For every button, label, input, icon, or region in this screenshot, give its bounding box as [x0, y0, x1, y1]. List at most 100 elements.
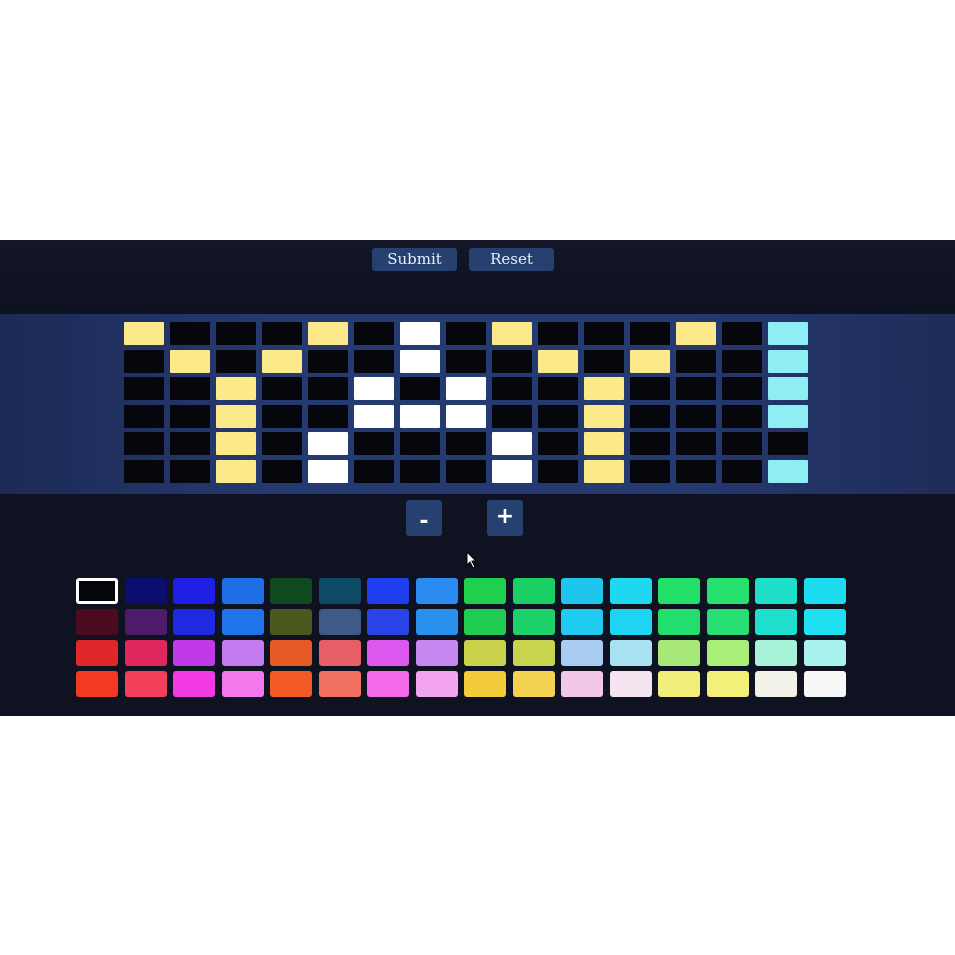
- grid-cell[interactable]: [308, 377, 348, 400]
- grid-cell[interactable]: [354, 459, 394, 483]
- increase-button[interactable]: +: [487, 500, 523, 536]
- color-swatch[interactable]: [561, 578, 603, 604]
- color-swatch[interactable]: [706, 578, 749, 604]
- color-swatch[interactable]: [706, 609, 749, 635]
- color-swatch[interactable]: [755, 671, 797, 697]
- grid-cell[interactable]: [446, 432, 486, 455]
- grid-cell[interactable]: [170, 459, 210, 483]
- grid-cell[interactable]: [124, 377, 164, 400]
- grid-cell[interactable]: [538, 459, 578, 483]
- color-swatch[interactable]: [221, 671, 264, 697]
- grid-cell[interactable]: [262, 432, 302, 455]
- grid-cell[interactable]: [722, 404, 762, 428]
- color-swatch[interactable]: [464, 609, 506, 635]
- color-swatch[interactable]: [270, 671, 312, 697]
- grid-cell[interactable]: [124, 459, 164, 483]
- grid-cell[interactable]: [124, 432, 164, 455]
- grid-cell[interactable]: [538, 432, 578, 455]
- color-swatch[interactable]: [124, 578, 167, 604]
- grid-cell[interactable]: [630, 349, 670, 373]
- color-swatch[interactable]: [464, 640, 506, 666]
- color-swatch[interactable]: [318, 609, 361, 635]
- color-swatch[interactable]: [755, 578, 797, 604]
- color-swatch[interactable]: [318, 671, 361, 697]
- color-swatch[interactable]: [173, 578, 215, 604]
- grid-cell[interactable]: [216, 404, 256, 428]
- grid-cell[interactable]: [676, 404, 716, 428]
- grid-cell[interactable]: [308, 459, 348, 483]
- color-swatch[interactable]: [124, 609, 167, 635]
- color-swatch[interactable]: [124, 671, 167, 697]
- grid-cell[interactable]: [354, 377, 394, 400]
- grid-cell[interactable]: [584, 459, 624, 483]
- grid-cell[interactable]: [446, 349, 486, 373]
- grid-cell[interactable]: [170, 349, 210, 373]
- color-swatch[interactable]: [318, 578, 361, 604]
- grid-cell[interactable]: [262, 377, 302, 400]
- grid-cell[interactable]: [584, 432, 624, 455]
- grid-cell[interactable]: [354, 322, 394, 345]
- grid-cell[interactable]: [676, 349, 716, 373]
- color-swatch[interactable]: [76, 640, 118, 666]
- color-swatch[interactable]: [76, 578, 118, 604]
- grid-cell[interactable]: [170, 322, 210, 345]
- color-swatch[interactable]: [803, 640, 846, 666]
- grid-cell[interactable]: [630, 322, 670, 345]
- color-swatch[interactable]: [512, 578, 555, 604]
- reset-button[interactable]: Reset: [469, 248, 554, 271]
- color-swatch[interactable]: [609, 609, 652, 635]
- grid-cell[interactable]: [630, 377, 670, 400]
- color-swatch[interactable]: [270, 578, 312, 604]
- color-swatch[interactable]: [76, 671, 118, 697]
- grid-cell[interactable]: [584, 322, 624, 345]
- grid-cell[interactable]: [584, 377, 624, 400]
- grid-cell[interactable]: [216, 322, 256, 345]
- grid-cell[interactable]: [124, 404, 164, 428]
- color-swatch[interactable]: [173, 640, 215, 666]
- grid-cell[interactable]: [722, 377, 762, 400]
- color-swatch[interactable]: [270, 640, 312, 666]
- grid-cell[interactable]: [400, 432, 440, 455]
- color-swatch[interactable]: [221, 640, 264, 666]
- submit-button[interactable]: Submit: [372, 248, 457, 271]
- grid-cell[interactable]: [446, 404, 486, 428]
- color-swatch[interactable]: [221, 609, 264, 635]
- color-swatch[interactable]: [367, 609, 409, 635]
- grid-cell[interactable]: [538, 404, 578, 428]
- grid-cell[interactable]: [446, 322, 486, 345]
- grid-cell[interactable]: [722, 349, 762, 373]
- color-swatch[interactable]: [270, 609, 312, 635]
- grid-cell[interactable]: [676, 377, 716, 400]
- color-swatch[interactable]: [367, 640, 409, 666]
- grid-cell[interactable]: [630, 459, 670, 483]
- color-swatch[interactable]: [221, 578, 264, 604]
- grid-cell[interactable]: [262, 459, 302, 483]
- grid-cell[interactable]: [308, 432, 348, 455]
- grid-cell[interactable]: [492, 404, 532, 428]
- grid-cell[interactable]: [492, 459, 532, 483]
- grid-cell[interactable]: [768, 322, 808, 345]
- grid-cell[interactable]: [216, 349, 256, 373]
- grid-cell[interactable]: [124, 322, 164, 345]
- grid-cell[interactable]: [538, 322, 578, 345]
- color-swatch[interactable]: [464, 578, 506, 604]
- grid-cell[interactable]: [722, 432, 762, 455]
- color-swatch[interactable]: [173, 609, 215, 635]
- color-swatch[interactable]: [803, 578, 846, 604]
- decrease-button[interactable]: -: [406, 500, 442, 536]
- grid-cell[interactable]: [400, 349, 440, 373]
- grid-cell[interactable]: [584, 349, 624, 373]
- grid-cell[interactable]: [216, 377, 256, 400]
- color-swatch[interactable]: [318, 640, 361, 666]
- grid-cell[interactable]: [400, 459, 440, 483]
- grid-cell[interactable]: [492, 322, 532, 345]
- grid-cell[interactable]: [722, 459, 762, 483]
- grid-cell[interactable]: [768, 459, 808, 483]
- grid-cell[interactable]: [584, 404, 624, 428]
- grid-cell[interactable]: [262, 349, 302, 373]
- grid-cell[interactable]: [170, 377, 210, 400]
- grid-cell[interactable]: [354, 432, 394, 455]
- grid-cell[interactable]: [492, 377, 532, 400]
- color-swatch[interactable]: [512, 640, 555, 666]
- grid-cell[interactable]: [768, 432, 808, 455]
